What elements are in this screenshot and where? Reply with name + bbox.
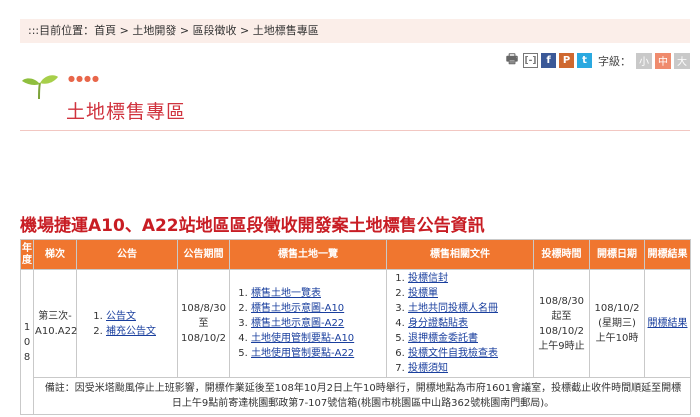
list-item: 標售土地示意圖-A10 — [251, 301, 385, 316]
open-date-cell: 108/10/2 (星期三) 上午10時 — [589, 269, 645, 378]
col-header-announcement: 公告 — [76, 239, 178, 270]
col-header-land-list: 標售土地一覽 — [229, 239, 387, 270]
breadcrumb-separator: > — [176, 24, 193, 37]
breadcrumb-separator: > — [236, 24, 253, 37]
list-item: 退押標金委託書 — [408, 331, 532, 346]
result-link[interactable]: 開標結果 — [648, 318, 688, 329]
bid-form-link[interactable]: 投標單 — [408, 288, 438, 299]
toolbar: 🖶 [-] f P t 字級： 小 中 大 — [504, 52, 690, 69]
facebook-icon[interactable]: f — [541, 53, 556, 68]
twitter-icon[interactable]: t — [577, 53, 592, 68]
list-item: 公告文 — [106, 309, 176, 324]
period-cell: 108/8/30 至 108/10/2 — [177, 269, 230, 378]
breadcrumb: :::目前位置：首頁 > 土地開發 > 區段徵收 > 土地標售專區 — [20, 19, 690, 43]
list-item: 土地共同投標人名冊 — [408, 301, 532, 316]
self-check-link[interactable]: 投標文件自我檢查表 — [408, 348, 498, 359]
result-cell: 開標結果 — [644, 269, 691, 378]
table-row: 1 0 8 第三次-A10.A22 公告文 補充公告文 108/8/30 至 1… — [20, 269, 691, 415]
list-item: 投標須知 — [408, 361, 532, 376]
bid-instructions-link[interactable]: 投標須知 — [408, 363, 448, 374]
year-cell: 1 0 8 — [20, 269, 34, 415]
breadcrumb-prefix: :::目前位置： — [28, 24, 95, 37]
list-item: 土地使用管制要點-A10 — [251, 331, 385, 346]
land-use-a22-link[interactable]: 土地使用管制要點-A22 — [251, 348, 354, 359]
font-size-label: 字級： — [598, 54, 631, 68]
land-sale-table: 年度 梯次 公告 公告期間 標售土地一覽 標售相關文件 投標時間 開標日期 開標… — [20, 239, 691, 415]
breadcrumb-current: 土地標售專區 — [252, 24, 319, 37]
list-item: 投標單 — [408, 286, 532, 301]
land-list-cell: 標售土地一覽表 標售土地示意圖-A10 標售土地示意圖-A22 土地使用管制要點… — [229, 269, 387, 378]
note-row: 備註：因受米塔颱風停止上班影響，開標作業延後至108年10月2日上午10時舉行，… — [21, 377, 691, 415]
land-map-a22-link[interactable]: 標售土地示意圖-A22 — [251, 318, 344, 329]
col-header-documents: 標售相關文件 — [386, 239, 534, 270]
deposit-refund-link[interactable]: 退押標金委託書 — [408, 333, 478, 344]
share-bracket-icon[interactable]: [-] — [523, 53, 538, 68]
col-header-result: 開標結果 — [644, 239, 691, 270]
list-item: 投標文件自我檢查表 — [408, 346, 532, 361]
section-title: 土地標售專區 — [66, 101, 187, 123]
list-item: 土地使用管制要點-A22 — [251, 346, 385, 361]
font-size-small-button[interactable]: 小 — [636, 52, 652, 69]
list-item: 標售土地示意圖-A22 — [251, 316, 385, 331]
documents-cell: 投標信封 投標單 土地共同投標人名冊 身分證黏貼表 退押標金委託書 投標文件自我… — [386, 269, 534, 378]
supplementary-announcement-link[interactable]: 補充公告文 — [106, 326, 156, 337]
list-item: 投標信封 — [408, 271, 532, 286]
col-header-bid-time: 投標時間 — [533, 239, 590, 270]
col-header-batch: 梯次 — [33, 239, 77, 270]
announcement-cell: 公告文 補充公告文 — [76, 269, 178, 378]
col-header-year: 年度 — [20, 239, 34, 270]
id-sheet-link[interactable]: 身分證黏貼表 — [408, 318, 468, 329]
print-icon[interactable]: 🖶 — [504, 52, 520, 68]
land-use-a10-link[interactable]: 土地使用管制要點-A10 — [251, 333, 354, 344]
land-map-a10-link[interactable]: 標售土地示意圖-A10 — [251, 303, 344, 314]
note-cell: 備註：因受米塔颱風停止上班影響，開標作業延後至108年10月2日上午10時舉行，… — [33, 377, 691, 415]
bid-envelope-link[interactable]: 投標信封 — [408, 273, 448, 284]
col-header-open-date: 開標日期 — [589, 239, 645, 270]
bid-time-cell: 108/8/30 起至 108/10/2 上午9時止 — [533, 269, 590, 378]
decorative-dots-icon: ●●●● — [68, 74, 100, 83]
font-size-medium-button[interactable]: 中 — [655, 52, 671, 69]
land-list-link[interactable]: 標售土地一覽表 — [251, 288, 321, 299]
breadcrumb-zone-link[interactable]: 區段徵收 — [193, 24, 237, 37]
batch-cell: 第三次-A10.A22 — [33, 269, 77, 378]
font-size-large-button[interactable]: 大 — [674, 52, 690, 69]
table-header-row: 年度 梯次 公告 公告期間 標售土地一覽 標售相關文件 投標時間 開標日期 開標… — [20, 239, 691, 270]
list-item: 標售土地一覽表 — [251, 286, 385, 301]
joint-bidders-link[interactable]: 土地共同投標人名冊 — [408, 303, 498, 314]
announcement-link[interactable]: 公告文 — [106, 311, 136, 322]
plurk-icon[interactable]: P — [559, 53, 574, 68]
title-divider — [20, 130, 690, 131]
breadcrumb-separator: > — [116, 24, 133, 37]
breadcrumb-home-link[interactable]: 首頁 — [94, 24, 116, 37]
sprout-icon — [22, 75, 58, 100]
col-header-period: 公告期間 — [177, 239, 230, 270]
breadcrumb-land-dev-link[interactable]: 土地開發 — [132, 24, 176, 37]
list-item: 補充公告文 — [106, 324, 176, 339]
list-item: 身分證黏貼表 — [408, 316, 532, 331]
page-heading: 機場捷運A10、A22站地區區段徵收開發案土地標售公告資訊 — [20, 216, 485, 236]
